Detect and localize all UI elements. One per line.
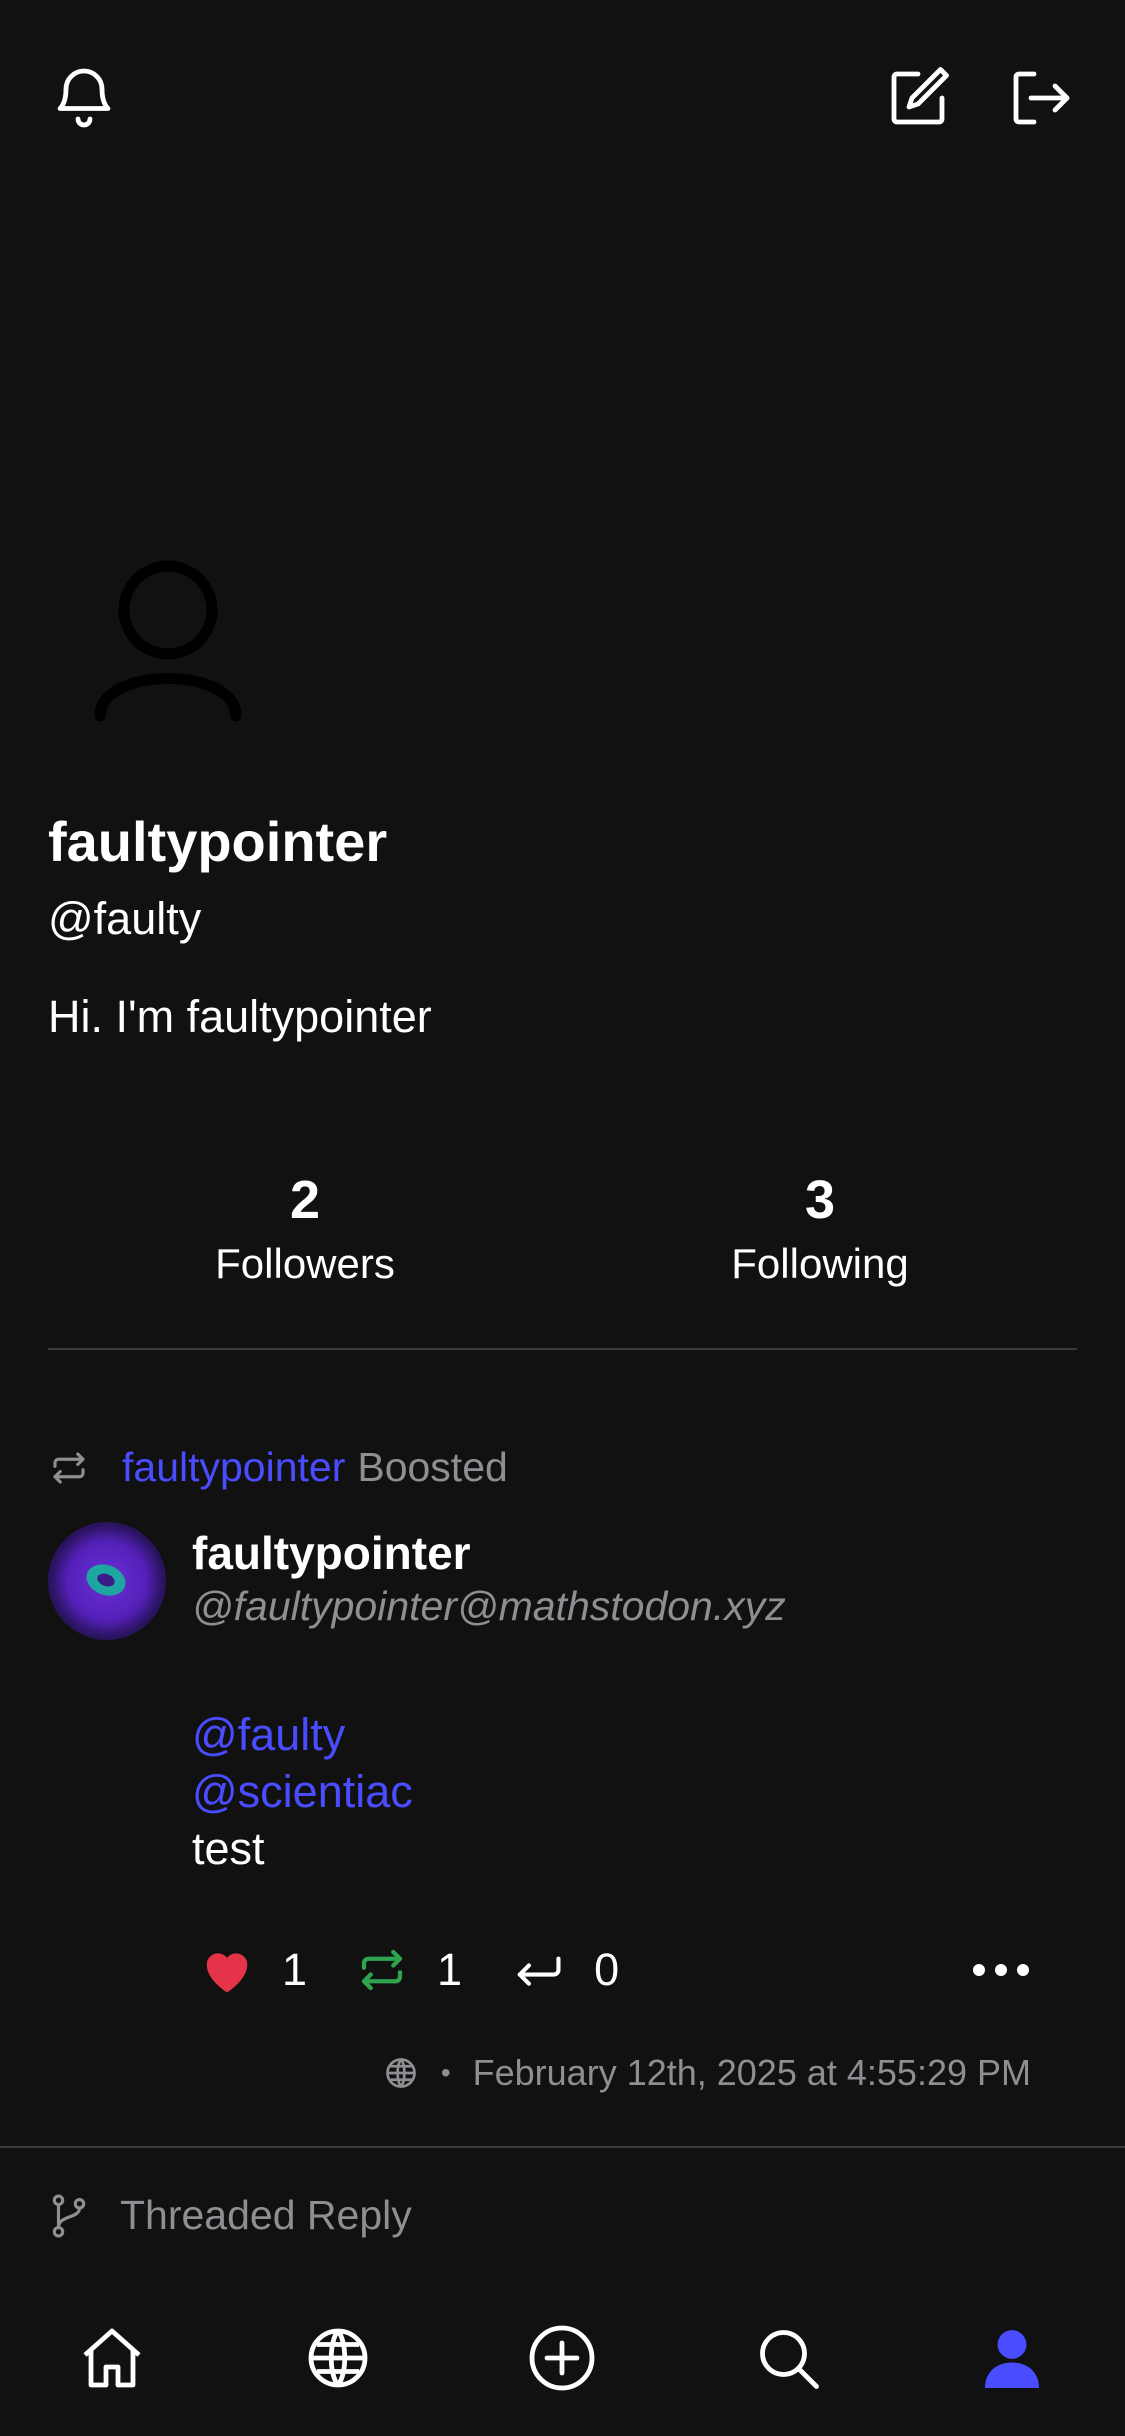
heart-icon bbox=[200, 1945, 254, 1995]
avatar bbox=[92, 558, 248, 728]
post-author-avatar[interactable] bbox=[48, 1522, 166, 1640]
boost-indicator: faultypointer Boosted bbox=[48, 1444, 508, 1491]
mention-link[interactable]: @faulty bbox=[192, 1706, 413, 1763]
post-text: test bbox=[192, 1823, 265, 1874]
logout-icon[interactable] bbox=[1004, 62, 1076, 134]
profile-icon[interactable] bbox=[976, 2322, 1048, 2394]
boost-icon bbox=[355, 1943, 409, 1997]
compose-icon[interactable] bbox=[882, 62, 954, 134]
stats-divider bbox=[48, 1348, 1077, 1350]
bottom-nav bbox=[0, 2290, 1125, 2436]
bell-icon[interactable] bbox=[48, 62, 120, 134]
followers-count: 2 bbox=[289, 1170, 321, 1230]
more-options-icon[interactable] bbox=[970, 1952, 1032, 1988]
boost-button[interactable]: 1 bbox=[355, 1943, 462, 1997]
post-content: @faulty @scientiac test bbox=[192, 1706, 413, 1877]
reply-count: 0 bbox=[594, 1944, 620, 1995]
branch-icon bbox=[48, 2193, 90, 2239]
following-stat[interactable]: 3 Following bbox=[670, 1168, 970, 1291]
boost-count: 1 bbox=[437, 1944, 463, 1995]
post-meta: • February 12th, 2025 at 4:55:29 PM bbox=[383, 2052, 1031, 2094]
like-button[interactable]: 1 bbox=[200, 1944, 307, 1996]
threaded-reply-row[interactable]: Threaded Reply bbox=[48, 2192, 412, 2239]
profile-bio: Hi. I'm faultypointer bbox=[48, 991, 432, 1042]
like-count: 1 bbox=[282, 1944, 308, 1995]
reply-button[interactable]: 0 bbox=[510, 1944, 619, 1996]
home-icon[interactable] bbox=[76, 2322, 148, 2394]
following-label: Following bbox=[731, 1239, 909, 1287]
followers-stat[interactable]: 2 Followers bbox=[155, 1168, 455, 1291]
post-timestamp: February 12th, 2025 at 4:55:29 PM bbox=[472, 2052, 1031, 2093]
globe-icon[interactable] bbox=[302, 2322, 374, 2394]
plus-circle-icon[interactable] bbox=[526, 2322, 598, 2394]
meta-separator: • bbox=[440, 2057, 451, 2088]
search-icon[interactable] bbox=[752, 2322, 824, 2394]
profile-handle: @faulty bbox=[48, 893, 202, 944]
globe-icon bbox=[383, 2055, 419, 2091]
profile-display-name: faultypointer bbox=[48, 810, 388, 873]
threaded-reply-label: Threaded Reply bbox=[120, 2192, 412, 2238]
reply-icon bbox=[510, 1945, 566, 1995]
boosted-by-user[interactable]: faultypointer bbox=[122, 1444, 345, 1491]
followers-label: Followers bbox=[215, 1239, 395, 1287]
boosted-label: Boosted bbox=[357, 1444, 508, 1490]
following-count: 3 bbox=[804, 1170, 836, 1230]
profile-screen: faultypointer @faulty Hi. I'm faultypoin… bbox=[0, 0, 1125, 2436]
boost-small-icon bbox=[48, 1447, 90, 1489]
post-author-name[interactable]: faultypointer bbox=[192, 1526, 471, 1581]
post-author-acct: @faultypointer@mathstodon.xyz bbox=[192, 1583, 786, 1629]
mention-link[interactable]: @scientiac bbox=[192, 1763, 413, 1820]
post-divider bbox=[0, 2146, 1125, 2148]
post-actions: 1 1 0 bbox=[200, 1940, 667, 2000]
